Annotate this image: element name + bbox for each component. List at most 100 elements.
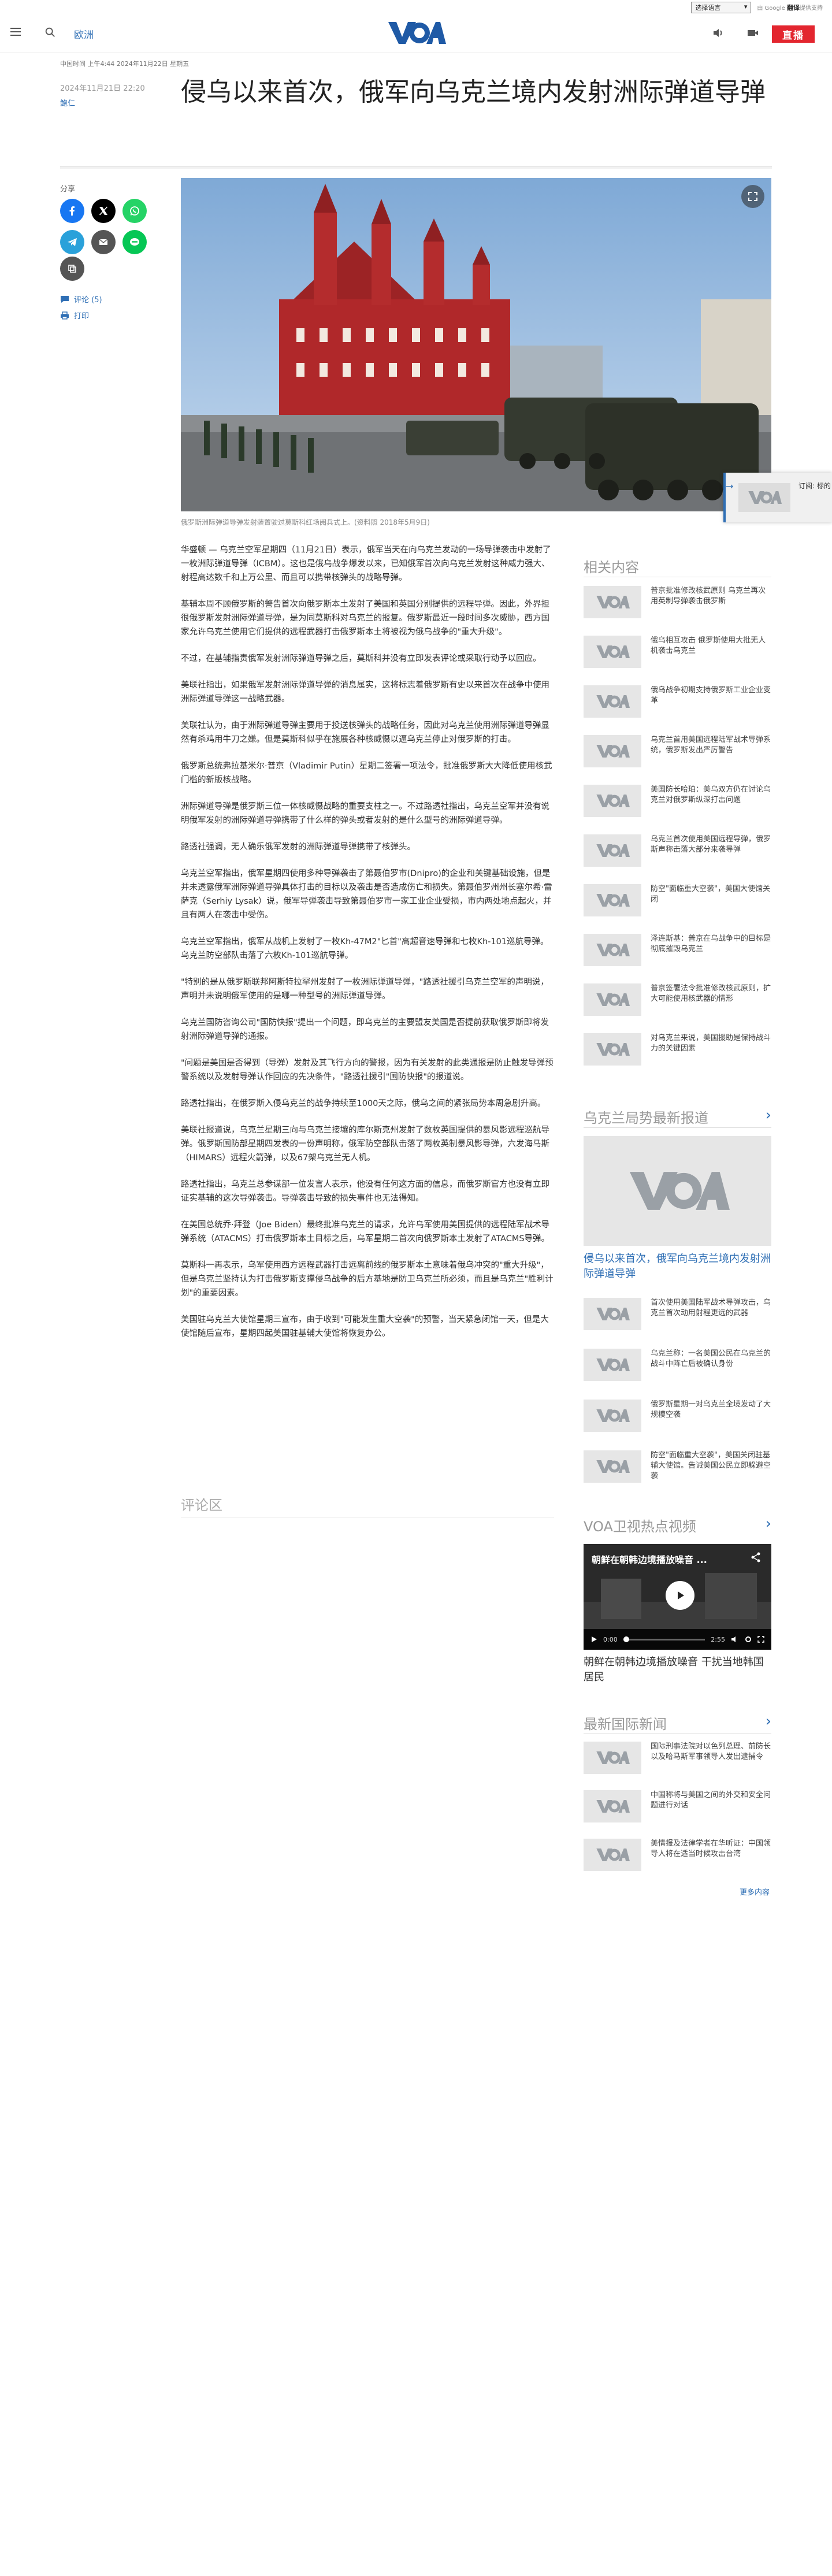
- email-share-button[interactable]: [91, 230, 116, 254]
- related-item[interactable]: 俄乌战争初期支持俄罗斯工业企业变革: [584, 685, 771, 723]
- more-link[interactable]: 更多内容: [740, 1886, 770, 1897]
- world-news-item[interactable]: 国际刑事法院对以色列总理、前防长以及哈马斯军事领导人发出逮捕令: [584, 1742, 771, 1780]
- latest-item[interactable]: 俄罗斯星期一对乌克兰全境发动了大规模空袭: [584, 1400, 771, 1438]
- volume-icon[interactable]: [731, 1636, 739, 1643]
- related-item[interactable]: 乌克兰首用美国远程陆军战术导弹系统，俄罗斯发出严厉警告: [584, 735, 771, 773]
- voa-placeholder-logo: [596, 1849, 630, 1861]
- latest-heading[interactable]: 乌克兰局势最新报道 ›: [584, 1107, 771, 1127]
- item-title: 乌克兰首用美国远程陆军战术导弹系统，俄罗斯发出严厉警告: [651, 736, 771, 755]
- related-item[interactable]: 美国防长哈珀：美乌双方仍在讨论乌克兰对俄罗斯纵深打击问题: [584, 785, 771, 823]
- article-paragraph: 华盛顿 — 乌克兰空军星期四（11月21日）表示，俄军当天在向乌克兰发动的一场导…: [181, 545, 551, 582]
- video-title: 朝鲜在朝韩边境播放噪音 ...: [592, 1554, 707, 1565]
- item-thumbnail: [584, 834, 641, 867]
- video-caption[interactable]: 朝鲜在朝韩边境播放噪音 干扰当地韩国居民: [584, 1655, 771, 1685]
- item-title: 国际刑事法院对以色列总理、前防长以及哈马斯军事领导人发出逮捕令: [651, 1742, 771, 1761]
- copy-link-button[interactable]: [60, 257, 84, 281]
- item-title: 美情报及法律学者在华听证：中国领导人将在适当时候攻击台湾: [651, 1839, 771, 1858]
- latest-feature-thumbnail[interactable]: [584, 1136, 771, 1246]
- telegram-share-button[interactable]: [60, 230, 84, 254]
- hero-photo[interactable]: [181, 178, 771, 511]
- comments-link-label: 评论 (5): [74, 296, 102, 305]
- video-icon[interactable]: [746, 27, 759, 39]
- item-title: 防空"面临重大空袭"，美国大使馆关闭: [651, 885, 770, 904]
- item-title: 俄乌战争初期支持俄罗斯工业企业变革: [651, 686, 771, 705]
- x-share-button[interactable]: [91, 199, 116, 223]
- latest-feature-title[interactable]: 侵乌以来首次，俄军向乌克兰境内发射洲际弹道导弹: [584, 1252, 771, 1282]
- article-paragraph: 俄罗斯总统弗拉基米尔·普京（Vladimir Putin）星期二签署一项法令，批…: [181, 762, 552, 785]
- email-icon: [99, 239, 108, 245]
- article-paragraph: 莫斯科一再表示，乌军使用西方远程武器打击远离前线的俄罗斯本土意味着俄乌冲突的"重…: [181, 1261, 554, 1298]
- voa-placeholder-logo: [596, 1043, 630, 1056]
- video-heading[interactable]: VOA卫视热点视频 ›: [584, 1515, 771, 1535]
- print-link-label: 打印: [74, 312, 90, 321]
- search-icon[interactable]: [44, 26, 57, 39]
- voa-placeholder-logo: [596, 993, 630, 1006]
- comments-link[interactable]: 评论 (5): [60, 294, 102, 305]
- video-duration: 2:55: [711, 1635, 725, 1643]
- voa-placeholder-logo: [596, 1409, 630, 1422]
- audio-icon[interactable]: [712, 27, 725, 39]
- translate-bar: 选择语言 ▾ 由 Google 翻译提供支持: [0, 0, 832, 15]
- section-link[interactable]: 欧洲: [74, 27, 94, 41]
- facebook-share-button[interactable]: [60, 199, 84, 223]
- voa-placeholder-logo: [596, 844, 630, 857]
- related-item[interactable]: 对乌克兰来说，美国援助是保持战斗力的关键因素: [584, 1033, 771, 1071]
- item-thumbnail: [584, 1400, 641, 1432]
- article-paragraph: 路透社强调，无人确乐俄军发射的洲际弹道导弹携带了核弹头。: [181, 842, 415, 852]
- play-icon: [678, 1591, 684, 1599]
- world-heading[interactable]: 最新国际新闻 ›: [584, 1713, 771, 1733]
- line-share-button[interactable]: [122, 230, 147, 254]
- item-thumbnail: [584, 685, 641, 718]
- latest-item[interactable]: 防空"面临重大空袭"，美国关闭驻基辅大使馆。告诫美国公民立即躲避空袭: [584, 1450, 771, 1489]
- voa-logo[interactable]: [386, 20, 446, 46]
- play-small-icon[interactable]: [590, 1636, 597, 1643]
- related-item[interactable]: 泽连斯基：普京在乌战争中的目标是彻底摧毁乌克兰: [584, 934, 771, 972]
- voa-placeholder-logo: [596, 1751, 630, 1764]
- fullscreen-icon[interactable]: [757, 1636, 764, 1643]
- author-link[interactable]: 鲍仁: [60, 97, 75, 108]
- video-player[interactable]: 朝鲜在朝韩边境播放噪音 ... 0:00 2:55: [584, 1544, 771, 1650]
- article-paragraph: 乌克兰国防咨询公司"国防快报"提出一个问题，即乌克兰的主要盟友美国是否提前获取俄…: [181, 1018, 549, 1041]
- voa-placeholder-logo: [596, 1460, 630, 1473]
- video-controls: 0:00 2:55: [584, 1629, 771, 1650]
- video-progress-bar[interactable]: [623, 1636, 705, 1642]
- world-news-item[interactable]: 中国称将与美国之间的外交和安全问题进行对话: [584, 1790, 771, 1828]
- voa-placeholder-logo: [596, 695, 630, 708]
- latest-item[interactable]: 首次使用美国陆军战术导弹攻击，乌克兰首次动用射程更远的武器: [584, 1298, 771, 1336]
- item-title: 普京签署法令批准修改核武原则，扩大可能使用核武器的情形: [651, 984, 771, 1003]
- google-translate-credit[interactable]: 由 Google 翻译提供支持: [757, 3, 823, 12]
- related-item[interactable]: 普京批准修改核武原则 乌克兰再次用英制导弹袭击俄罗斯: [584, 586, 771, 624]
- voa-placeholder-logo: [596, 1308, 630, 1320]
- item-title: 对乌克兰来说，美国援助是保持战斗力的关键因素: [651, 1034, 771, 1053]
- world-news-item[interactable]: 美情报及法律学者在华听证：中国领导人将在适当时候攻击台湾: [584, 1839, 771, 1877]
- floating-player[interactable]: → 订阅: 标的: [723, 473, 832, 522]
- arrow-right-icon[interactable]: →: [726, 481, 733, 492]
- item-thumbnail: [584, 884, 641, 916]
- expand-image-button[interactable]: [741, 185, 764, 208]
- live-button[interactable]: 直播: [772, 25, 815, 43]
- item-title: 乌克兰称：一名美国公民在乌克兰的战斗中阵亡后被确认身份: [651, 1349, 771, 1368]
- publish-date: 2024年11月21日 22:20: [60, 84, 145, 93]
- item-thumbnail: [584, 1033, 641, 1066]
- article-paragraph: 不过，在基辅指责俄军发射洲际弹道导弹之后，莫斯科并没有立即发表评论或采取行动予以…: [181, 654, 541, 663]
- comments-heading: 评论区: [181, 1497, 222, 1513]
- print-link[interactable]: 打印: [60, 310, 89, 321]
- menu-icon[interactable]: [10, 28, 21, 36]
- related-heading: 相关内容: [584, 556, 771, 576]
- video-current-time: 0:00: [603, 1635, 618, 1643]
- related-item[interactable]: 俄乌相互攻击 俄罗斯使用大批无人机袭击乌克兰: [584, 636, 771, 674]
- related-item[interactable]: 乌克兰首次使用美国远程导弹，俄罗斯声称击落大部分来袭导弹: [584, 834, 771, 873]
- item-thumbnail: [584, 983, 641, 1016]
- x-icon: [99, 206, 108, 216]
- share-icon[interactable]: [751, 1552, 761, 1562]
- voa-placeholder-logo: [629, 1172, 730, 1210]
- play-button[interactable]: [666, 1581, 694, 1610]
- related-item[interactable]: 防空"面临重大空袭"，美国大使馆关闭: [584, 884, 771, 922]
- latest-item[interactable]: 乌克兰称：一名美国公民在乌克兰的战斗中阵亡后被确认身份: [584, 1349, 771, 1387]
- video-heading-label: VOA卫视热点视频: [584, 1519, 696, 1535]
- article-paragraph: 在美国总统乔·拜登（Joe Biden）最终批准乌克兰的请求，允许乌军使用美国提…: [181, 1220, 550, 1244]
- language-select[interactable]: 选择语言 ▾: [691, 2, 752, 13]
- settings-icon[interactable]: [745, 1636, 752, 1643]
- related-item[interactable]: 普京签署法令批准修改核武原则，扩大可能使用核武器的情形: [584, 983, 771, 1022]
- whatsapp-share-button[interactable]: [122, 199, 147, 223]
